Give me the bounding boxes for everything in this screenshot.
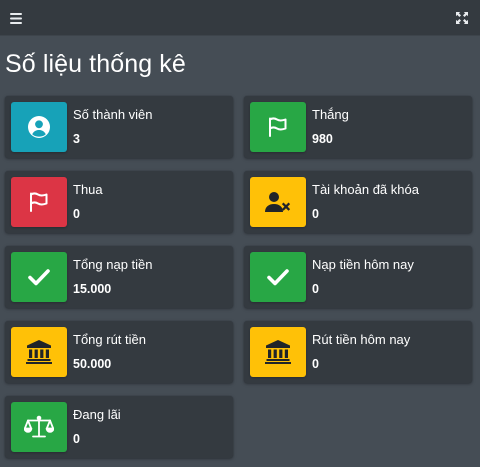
stat-value: 15.000 bbox=[73, 282, 112, 296]
bank-icon bbox=[250, 327, 306, 377]
stat-card-locked-accounts: Tài khoản đã khóa 0 bbox=[244, 171, 472, 233]
stat-value: 980 bbox=[312, 132, 333, 146]
expand-arrows-icon[interactable] bbox=[452, 8, 472, 28]
balance-scale-icon bbox=[11, 402, 67, 452]
stat-value: 0 bbox=[73, 432, 80, 446]
stat-card-total-withdrawals: Tổng rút tiền 50.000 bbox=[5, 321, 233, 383]
top-navbar bbox=[0, 0, 480, 36]
flag-icon bbox=[250, 102, 306, 152]
stat-label: Tổng nạp tiền bbox=[73, 257, 153, 272]
stat-label: Rút tiền hôm nay bbox=[312, 332, 411, 347]
page-title: Số liệu thống kê bbox=[5, 50, 186, 78]
check-icon bbox=[11, 252, 67, 302]
stat-value: 3 bbox=[73, 132, 80, 146]
stat-label: Thua bbox=[73, 182, 103, 197]
stat-card-wins: Thắng 980 bbox=[244, 96, 472, 158]
user-times-icon bbox=[250, 177, 306, 227]
stat-value: 50.000 bbox=[73, 357, 112, 371]
flag-icon bbox=[11, 177, 67, 227]
bars-icon[interactable] bbox=[6, 8, 26, 28]
stat-card-deposits-today: Nạp tiền hôm nay 0 bbox=[244, 246, 472, 308]
stat-label: Tài khoản đã khóa bbox=[312, 182, 419, 197]
stat-label: Nạp tiền hôm nay bbox=[312, 257, 414, 272]
check-icon bbox=[250, 252, 306, 302]
stat-label: Thắng bbox=[312, 107, 349, 122]
stat-label: Đang lãi bbox=[73, 407, 121, 422]
stat-value: 0 bbox=[312, 207, 319, 221]
stat-card-members: Số thành viên 3 bbox=[5, 96, 233, 158]
stat-label: Tổng rút tiền bbox=[73, 332, 146, 347]
stat-label: Số thành viên bbox=[73, 107, 153, 122]
stat-card-total-deposits: Tổng nạp tiền 15.000 bbox=[5, 246, 233, 308]
stat-value: 0 bbox=[312, 357, 319, 371]
user-circle-icon bbox=[11, 102, 67, 152]
stat-value: 0 bbox=[73, 207, 80, 221]
stat-card-profit: Đang lãi 0 bbox=[5, 396, 233, 458]
stat-value: 0 bbox=[312, 282, 319, 296]
stat-card-withdrawals-today: Rút tiền hôm nay 0 bbox=[244, 321, 472, 383]
stat-card-losses: Thua 0 bbox=[5, 171, 233, 233]
bank-icon bbox=[11, 327, 67, 377]
